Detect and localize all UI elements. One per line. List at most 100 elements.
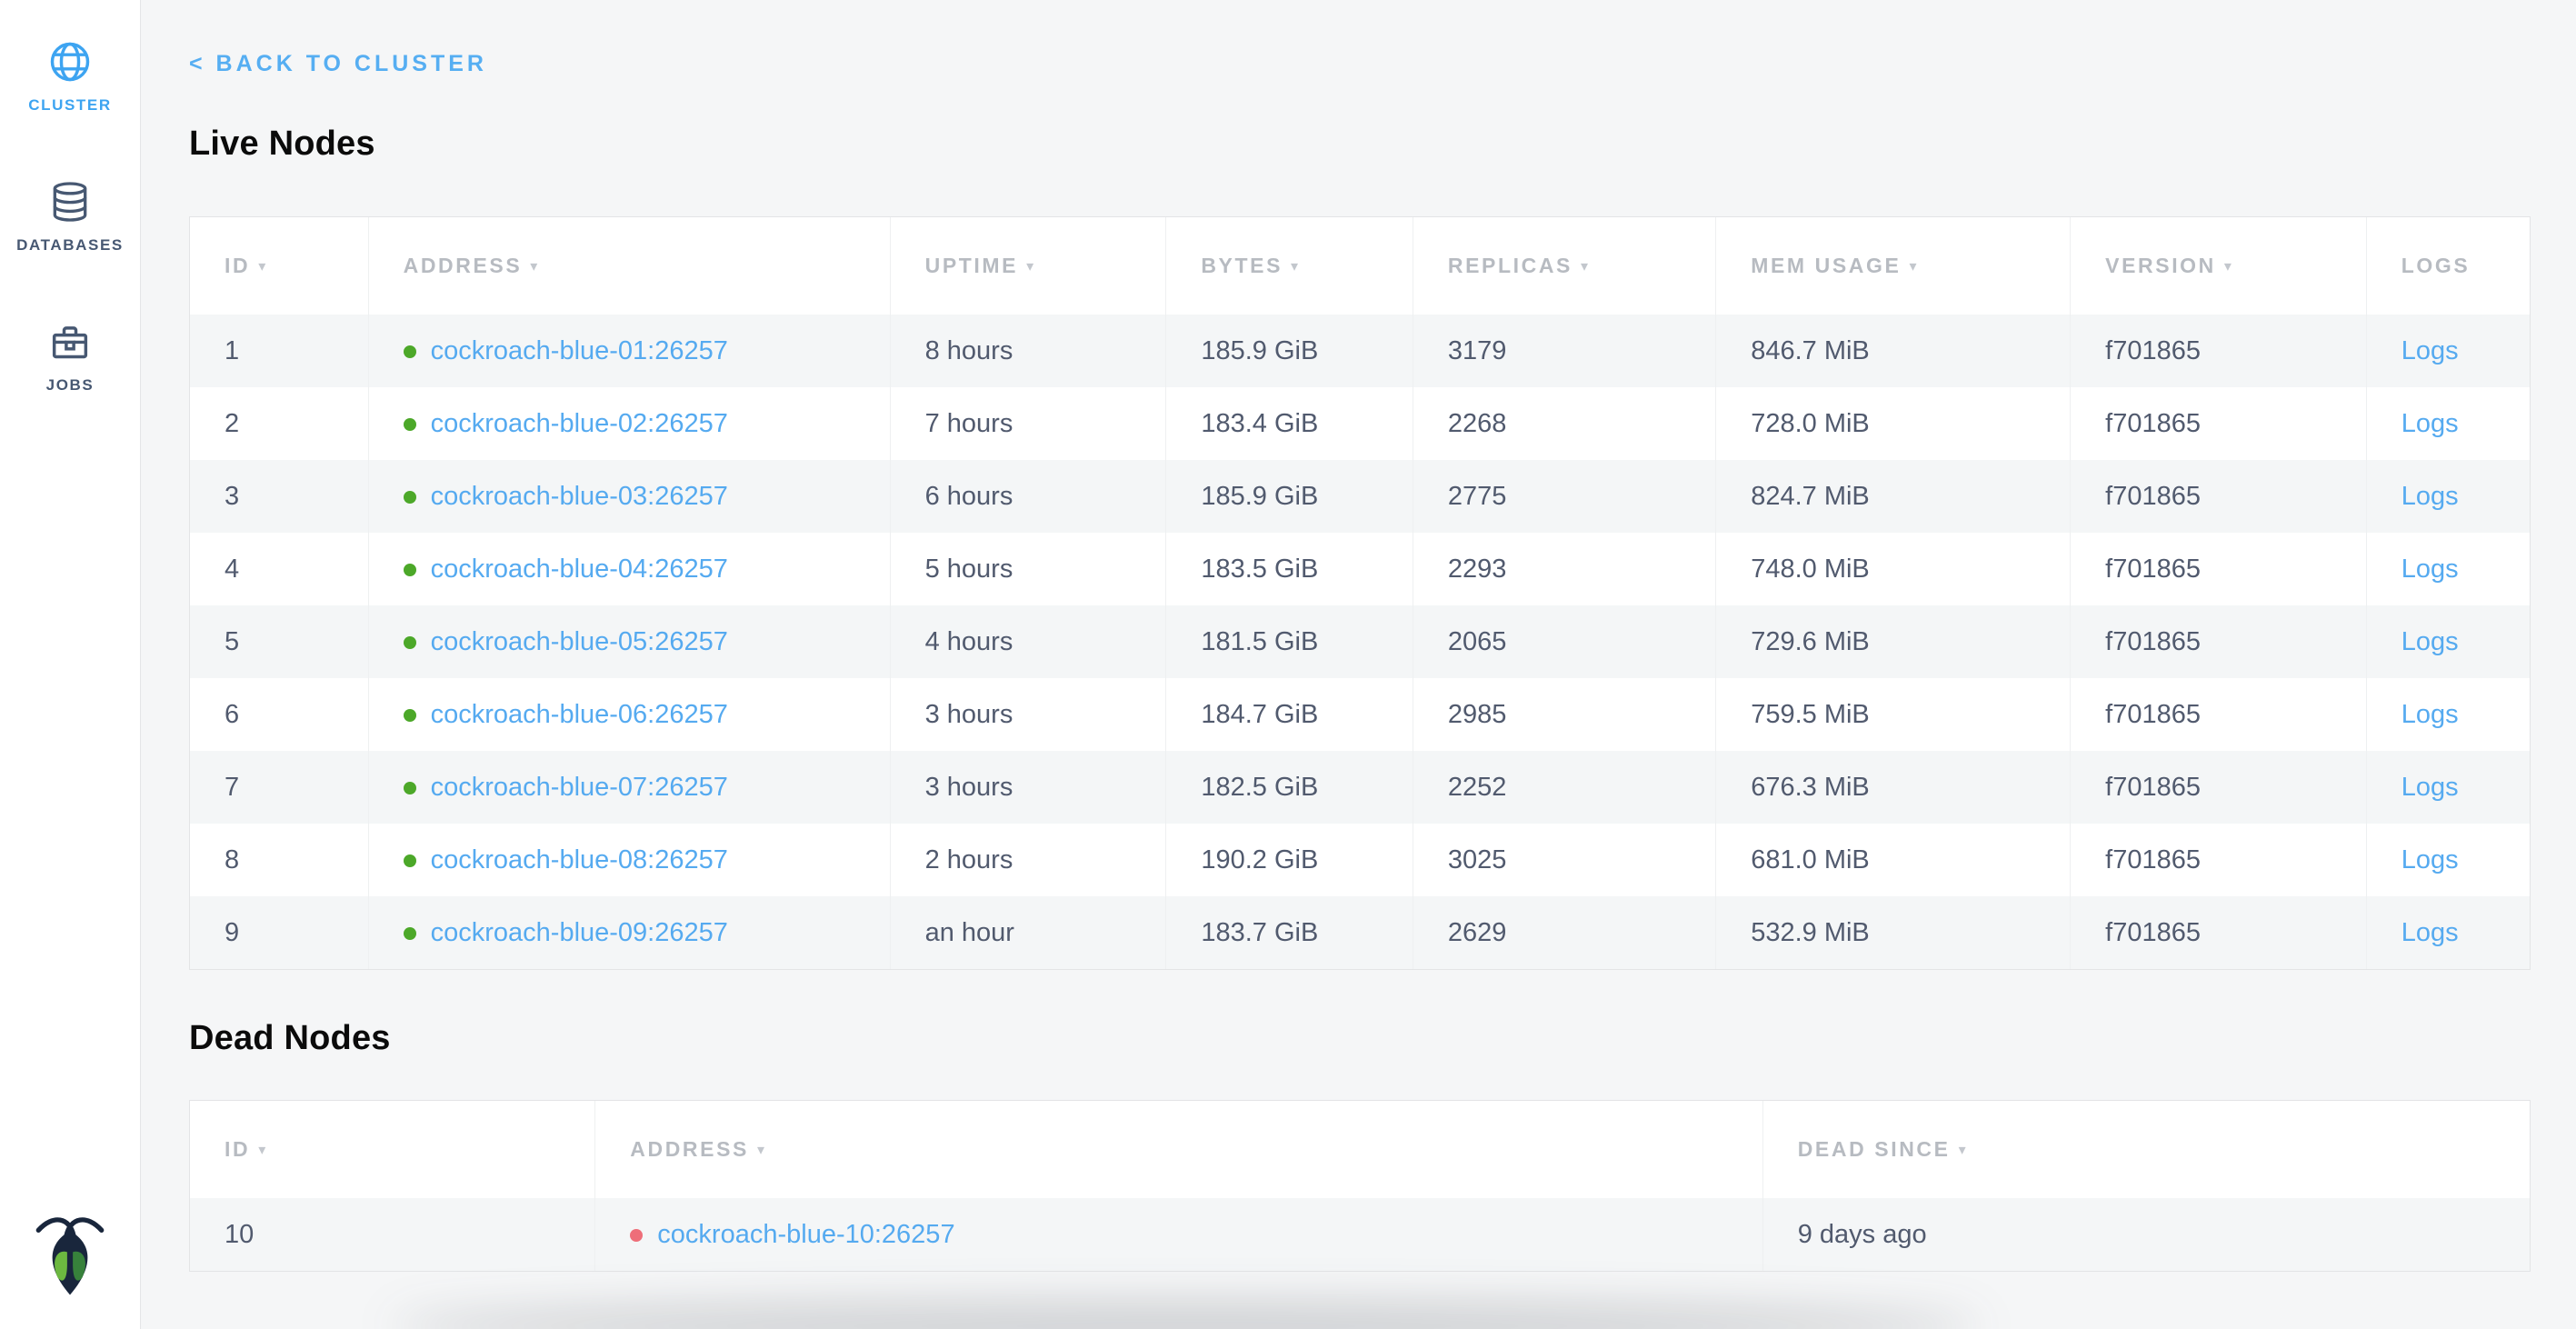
node-logs-cell: Logs — [2366, 533, 2530, 605]
logs-link[interactable]: Logs — [2401, 555, 2459, 584]
node-id-cell: 7 — [190, 751, 368, 824]
sidebar-nav: CLUSTER DATABASES — [0, 0, 140, 405]
node-uptime-cell: 2 hours — [890, 824, 1166, 896]
sidebar-item-cluster[interactable]: CLUSTER — [0, 27, 140, 125]
node-address-cell: cockroach-blue-01:26257 — [368, 315, 890, 387]
node-address-link[interactable]: cockroach-blue-05:26257 — [431, 627, 728, 656]
column-header-address[interactable]: ADDRESS▾ — [368, 217, 890, 315]
node-version-cell: f701865 — [2070, 387, 2366, 460]
column-header-version[interactable]: VERSION▾ — [2070, 217, 2366, 315]
column-header-id[interactable]: ID▾ — [190, 1101, 594, 1198]
node-mem-usage-cell: 846.7 MiB — [1715, 315, 2070, 387]
node-bytes-cell: 183.5 GiB — [1165, 533, 1413, 605]
node-bytes-cell: 190.2 GiB — [1165, 824, 1413, 896]
node-version-cell: f701865 — [2070, 751, 2366, 824]
node-dead-since-cell: 9 days ago — [1762, 1198, 2530, 1271]
node-version-cell: f701865 — [2070, 460, 2366, 533]
column-header-label: BYTES — [1201, 254, 1283, 277]
sort-arrow-icon: ▾ — [258, 1141, 265, 1159]
node-address-link[interactable]: cockroach-blue-01:26257 — [431, 336, 728, 365]
sidebar-item-jobs[interactable]: JOBS — [0, 307, 140, 405]
node-address-link[interactable]: cockroach-blue-03:26257 — [431, 482, 728, 511]
column-header-label: VERSION — [2105, 254, 2216, 277]
column-header-dead-since[interactable]: DEAD SINCE▾ — [1762, 1101, 2530, 1198]
globe-icon — [46, 38, 94, 85]
logs-link[interactable]: Logs — [2401, 627, 2459, 656]
node-address-link[interactable]: cockroach-blue-08:26257 — [431, 845, 728, 874]
live-status-dot-icon — [404, 636, 416, 649]
column-header-id[interactable]: ID▾ — [190, 217, 368, 315]
node-bytes-cell: 181.5 GiB — [1165, 605, 1413, 678]
table-row: 1 cockroach-blue-01:26257 8 hours 185.9 … — [190, 315, 2530, 387]
node-version-cell: f701865 — [2070, 533, 2366, 605]
node-address-link[interactable]: cockroach-blue-10:26257 — [657, 1220, 954, 1249]
table-row: 5 cockroach-blue-05:26257 4 hours 181.5 … — [190, 605, 2530, 678]
app-root: CLUSTER DATABASES — [0, 0, 2576, 1329]
sidebar: CLUSTER DATABASES — [0, 0, 141, 1329]
table-row: 4 cockroach-blue-04:26257 5 hours 183.5 … — [190, 533, 2530, 605]
table-row: 8 cockroach-blue-08:26257 2 hours 190.2 … — [190, 824, 2530, 896]
logs-link[interactable]: Logs — [2401, 918, 2459, 947]
node-logs-cell: Logs — [2366, 315, 2530, 387]
live-nodes-title: Live Nodes — [189, 125, 2531, 164]
node-replicas-cell: 2629 — [1413, 896, 1715, 969]
column-header-mem-usage[interactable]: MEM USAGE▾ — [1715, 217, 2070, 315]
node-version-cell: f701865 — [2070, 896, 2366, 969]
logs-link[interactable]: Logs — [2401, 845, 2459, 874]
sort-arrow-icon: ▾ — [1909, 257, 1916, 275]
column-header-logs: LOGS — [2366, 217, 2530, 315]
column-header-label: ID — [225, 254, 250, 277]
node-id-cell: 8 — [190, 824, 368, 896]
database-icon — [47, 178, 93, 225]
node-uptime-cell: 5 hours — [890, 533, 1166, 605]
node-address-link[interactable]: cockroach-blue-06:26257 — [431, 700, 728, 729]
node-address-cell: cockroach-blue-07:26257 — [368, 751, 890, 824]
logs-link[interactable]: Logs — [2401, 773, 2459, 802]
cockroachdb-logo-icon — [34, 1212, 106, 1302]
node-id-cell: 3 — [190, 460, 368, 533]
logs-link[interactable]: Logs — [2401, 700, 2459, 729]
table-row: 6 cockroach-blue-06:26257 3 hours 184.7 … — [190, 678, 2530, 751]
node-uptime-cell: 3 hours — [890, 678, 1166, 751]
sidebar-item-databases[interactable]: DATABASES — [0, 167, 140, 265]
node-logs-cell: Logs — [2366, 387, 2530, 460]
node-address-cell: cockroach-blue-06:26257 — [368, 678, 890, 751]
node-address-link[interactable]: cockroach-blue-09:26257 — [431, 918, 728, 947]
node-logs-cell: Logs — [2366, 896, 2530, 969]
node-replicas-cell: 3179 — [1413, 315, 1715, 387]
column-header-label: REPLICAS — [1448, 254, 1573, 277]
node-address-link[interactable]: cockroach-blue-04:26257 — [431, 555, 728, 584]
node-mem-usage-cell: 681.0 MiB — [1715, 824, 2070, 896]
column-header-address[interactable]: ADDRESS▾ — [594, 1101, 1762, 1198]
node-address-link[interactable]: cockroach-blue-02:26257 — [431, 409, 728, 438]
node-mem-usage-cell: 748.0 MiB — [1715, 533, 2070, 605]
briefcase-icon — [46, 318, 94, 365]
node-version-cell: f701865 — [2070, 605, 2366, 678]
node-address-cell: cockroach-blue-09:26257 — [368, 896, 890, 969]
column-header-replicas[interactable]: REPLICAS▾ — [1413, 217, 1715, 315]
node-logs-cell: Logs — [2366, 460, 2530, 533]
live-status-dot-icon — [404, 418, 416, 431]
column-header-uptime[interactable]: UPTIME▾ — [890, 217, 1166, 315]
back-to-cluster-link[interactable]: < BACK TO CLUSTER — [189, 51, 487, 77]
logs-link[interactable]: Logs — [2401, 409, 2459, 438]
live-table-header-row: ID▾ ADDRESS▾ UPTIME▾ BYTES▾ REPLICAS▾ ME… — [190, 217, 2530, 315]
logs-link[interactable]: Logs — [2401, 336, 2459, 365]
node-mem-usage-cell: 729.6 MiB — [1715, 605, 2070, 678]
node-mem-usage-cell: 759.5 MiB — [1715, 678, 2070, 751]
node-bytes-cell: 184.7 GiB — [1165, 678, 1413, 751]
node-replicas-cell: 2985 — [1413, 678, 1715, 751]
logs-link[interactable]: Logs — [2401, 482, 2459, 511]
node-replicas-cell: 2268 — [1413, 387, 1715, 460]
node-logs-cell: Logs — [2366, 605, 2530, 678]
node-address-link[interactable]: cockroach-blue-07:26257 — [431, 773, 728, 802]
column-header-bytes[interactable]: BYTES▾ — [1165, 217, 1413, 315]
sidebar-item-label: CLUSTER — [28, 96, 111, 115]
sort-arrow-icon: ▾ — [530, 257, 537, 275]
node-version-cell: f701865 — [2070, 315, 2366, 387]
live-status-dot-icon — [404, 564, 416, 576]
node-mem-usage-cell: 532.9 MiB — [1715, 896, 2070, 969]
live-nodes-table: ID▾ ADDRESS▾ UPTIME▾ BYTES▾ REPLICAS▾ ME… — [189, 216, 2531, 970]
node-replicas-cell: 2065 — [1413, 605, 1715, 678]
sort-arrow-icon: ▾ — [757, 1141, 764, 1159]
